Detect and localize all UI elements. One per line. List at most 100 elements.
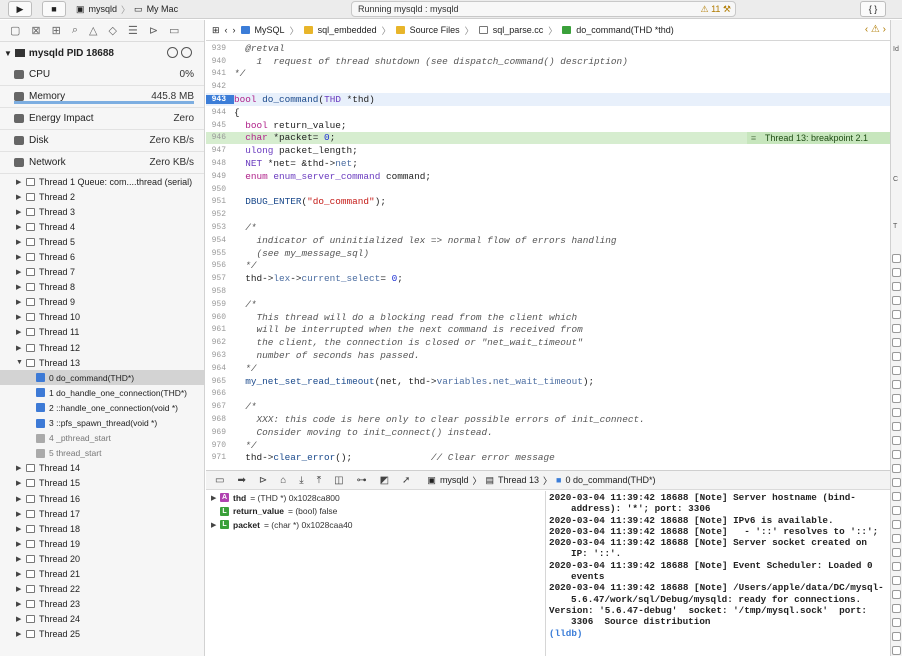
- thread-row[interactable]: ▶ Thread 22: [0, 582, 204, 597]
- thread-row[interactable]: ▶ Thread 1 Queue: com....thread (serial): [0, 174, 204, 189]
- code-line[interactable]: 963 number of seconds has passed.: [206, 349, 890, 362]
- code-line[interactable]: 965 my_net_set_read_timeout(net, thd->va…: [206, 375, 890, 388]
- scheme-selector[interactable]: ▣ mysqld 〉 ▭ My Mac: [76, 1, 178, 17]
- line-number[interactable]: 966: [206, 389, 234, 398]
- stack-frame[interactable]: 3 ::pfs_spawn_thread(void *): [0, 416, 204, 431]
- line-number[interactable]: 952: [206, 210, 234, 219]
- code-line[interactable]: 956 */: [206, 260, 890, 273]
- code-line[interactable]: 946 char *packet= 0; Thread 13: breakpoin…: [206, 131, 890, 145]
- code-line[interactable]: 945 bool return_value;: [206, 119, 890, 132]
- disclosure-triangle-icon[interactable]: ▶: [16, 283, 24, 291]
- checkbox[interactable]: [892, 352, 901, 361]
- line-number[interactable]: 939: [206, 44, 234, 53]
- environment-icon[interactable]: ◩: [380, 475, 389, 486]
- code-line[interactable]: 960 This thread will do a blocking read …: [206, 311, 890, 324]
- jump-item-2[interactable]: Source Files: [410, 25, 460, 35]
- issue-icon[interactable]: △: [89, 24, 97, 37]
- checkbox[interactable]: [892, 506, 901, 515]
- checkbox[interactable]: [892, 282, 901, 291]
- disclosure-triangle-icon[interactable]: ▶: [16, 328, 24, 336]
- line-number[interactable]: 962: [206, 338, 234, 347]
- code-line[interactable]: 967 /*: [206, 400, 890, 413]
- checkbox[interactable]: [892, 310, 901, 319]
- line-number[interactable]: 970: [206, 441, 234, 450]
- checkbox[interactable]: [892, 562, 901, 571]
- checkbox[interactable]: [892, 338, 901, 347]
- disclosure-triangle-icon[interactable]: ▶: [211, 494, 220, 502]
- code-line[interactable]: 949 enum enum_server_command command;: [206, 170, 890, 183]
- breakpoints-toggle-icon[interactable]: ➡: [237, 475, 245, 486]
- view-hierarchy-icon[interactable]: ◫: [334, 475, 343, 486]
- checkbox[interactable]: [892, 268, 901, 277]
- line-number[interactable]: 951: [206, 197, 234, 206]
- thread-row[interactable]: ▶ Thread 10: [0, 310, 204, 325]
- library-button[interactable]: { }: [860, 1, 886, 17]
- gauge-memory[interactable]: Memory 445.8 MB: [0, 86, 204, 108]
- jump-item-3[interactable]: sql_parse.cc: [493, 25, 544, 35]
- step-into-icon[interactable]: ⤓: [299, 475, 303, 486]
- stack-frame[interactable]: 0 do_command(THD*): [0, 370, 204, 386]
- line-number[interactable]: 946: [206, 133, 234, 142]
- code-line[interactable]: 957 thd->lex->current_select= 0;: [206, 272, 890, 285]
- thread-row[interactable]: ▶ Thread 24: [0, 612, 204, 627]
- code-line[interactable]: 962 the client, the connection is closed…: [206, 336, 890, 349]
- checkbox[interactable]: [892, 590, 901, 599]
- checkbox[interactable]: [892, 478, 901, 487]
- disclosure-triangle-icon[interactable]: ▶: [16, 479, 24, 487]
- hide-debug-area-icon[interactable]: ▭: [215, 475, 224, 486]
- back-arrow-icon[interactable]: ‹: [225, 25, 228, 35]
- gauge-disk[interactable]: Disk Zero KB/s: [0, 130, 204, 152]
- code-line[interactable]: 966: [206, 388, 890, 401]
- stack-frame[interactable]: 1 do_handle_one_connection(THD*): [0, 385, 204, 400]
- source-editor[interactable]: 939 @retval 940 1 request of thread shutd…: [206, 42, 890, 470]
- thread-row[interactable]: ▶ Thread 17: [0, 506, 204, 521]
- issue-navigation[interactable]: ‹ ⚠ ›: [865, 24, 886, 35]
- thread-row[interactable]: ▶ Thread 21: [0, 566, 204, 581]
- line-number[interactable]: 941: [206, 69, 234, 78]
- disclosure-triangle-icon[interactable]: ▶: [16, 600, 24, 608]
- code-line[interactable]: 943 bool do_command(THD *thd): [206, 93, 890, 106]
- disclosure-triangle-icon[interactable]: ▼: [16, 359, 24, 366]
- gauge-toggle-icon[interactable]: [167, 47, 178, 58]
- line-number[interactable]: 947: [206, 146, 234, 155]
- code-line[interactable]: 970 */: [206, 439, 890, 452]
- code-line[interactable]: 958: [206, 285, 890, 298]
- disclosure-triangle-icon[interactable]: ▶: [16, 268, 24, 276]
- line-number[interactable]: 944: [206, 108, 234, 117]
- line-number[interactable]: 940: [206, 57, 234, 66]
- disclosure-triangle-icon[interactable]: ▶: [16, 344, 24, 352]
- code-line[interactable]: 944{: [206, 106, 890, 119]
- disclosure-triangle-icon[interactable]: ▶: [16, 630, 24, 638]
- thread-row[interactable]: ▶ Thread 6: [0, 249, 204, 264]
- thread-row[interactable]: ▶ Thread 5: [0, 234, 204, 249]
- disclosure-triangle-icon[interactable]: ▶: [16, 208, 24, 216]
- crumb-thread[interactable]: Thread 13: [498, 475, 539, 485]
- forward-arrow-icon[interactable]: ›: [233, 25, 236, 35]
- checkbox[interactable]: [892, 604, 901, 613]
- checkbox[interactable]: [892, 436, 901, 445]
- disclosure-triangle-icon[interactable]: ▶: [16, 253, 24, 261]
- disclosure-triangle-icon[interactable]: ▶: [16, 615, 24, 623]
- gauge-network[interactable]: Network Zero KB/s: [0, 152, 204, 174]
- code-line[interactable]: 942: [206, 80, 890, 93]
- disclosure-triangle-icon[interactable]: ▶: [211, 521, 220, 529]
- disclosure-triangle-icon[interactable]: ▶: [16, 464, 24, 472]
- step-out-icon[interactable]: ⤒: [317, 475, 321, 486]
- variable-row[interactable]: Lreturn_value = (bool) false: [206, 505, 545, 519]
- line-number[interactable]: 957: [206, 274, 234, 283]
- code-line[interactable]: 950: [206, 183, 890, 196]
- line-number[interactable]: 960: [206, 313, 234, 322]
- jump-item-4[interactable]: do_command(THD *thd): [576, 25, 674, 35]
- checkbox[interactable]: [892, 464, 901, 473]
- stop-button[interactable]: ■: [42, 1, 66, 17]
- line-number[interactable]: 948: [206, 159, 234, 168]
- thread-row[interactable]: ▶ Thread 19: [0, 536, 204, 551]
- grid-icon[interactable]: ⊞: [212, 25, 220, 36]
- thread-row[interactable]: ▶ Thread 18: [0, 521, 204, 536]
- checkbox[interactable]: [892, 380, 901, 389]
- disclosure-triangle-icon[interactable]: ▶: [16, 495, 24, 503]
- line-number[interactable]: 942: [206, 82, 234, 91]
- code-line[interactable]: 941 */: [206, 68, 890, 81]
- disclosure-triangle-icon[interactable]: ▶: [16, 193, 24, 201]
- line-number[interactable]: 968: [206, 415, 234, 424]
